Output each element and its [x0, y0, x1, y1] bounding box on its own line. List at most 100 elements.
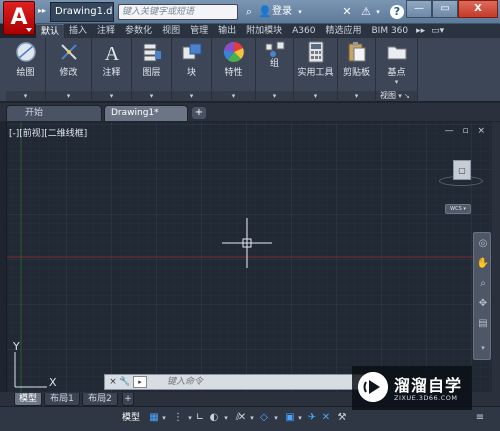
- polar-dropdown-icon[interactable]: ▾: [222, 410, 230, 426]
- panel-block[interactable]: 块 ▾: [172, 38, 212, 102]
- grid-dropdown-icon[interactable]: ▾: [160, 410, 168, 426]
- panel-properties[interactable]: 特性 ▾: [212, 38, 256, 102]
- lineweight-dropdown-icon[interactable]: ▾: [296, 410, 304, 426]
- panel-layers-expand-icon[interactable]: ▾: [132, 91, 171, 101]
- a360-connect-icon[interactable]: ⚠: [358, 4, 374, 20]
- panel-annotation[interactable]: A 注释 ▾: [92, 38, 132, 102]
- new-layout-button[interactable]: +: [122, 393, 134, 406]
- minimize-button[interactable]: —: [406, 0, 432, 18]
- panel-group[interactable]: 组 ▾: [256, 38, 294, 102]
- lineweight-icon[interactable]: ▣: [284, 410, 296, 426]
- menu-dropdown-arrow-icon: [26, 28, 32, 32]
- layout-tab-layout2[interactable]: 布局2: [82, 393, 118, 406]
- panel-clipboard-expand-icon[interactable]: ▾: [338, 91, 375, 101]
- ribbon-tab-overflow-icon[interactable]: ▸▸: [413, 24, 428, 38]
- drawing-canvas[interactable]: Y X [-][前视][二维线框] — ▫ × ▢ WCS ▾ ◎ ✋ ⌕ ✥ …: [6, 122, 492, 392]
- command-line-close-icon[interactable]: ×: [107, 375, 119, 389]
- panel-view[interactable]: 基点 ▾ 视图 ▾ ↘: [376, 38, 418, 102]
- panel-annotation-expand-icon[interactable]: ▾: [92, 91, 131, 101]
- viewcube-front-face[interactable]: ▢: [453, 160, 471, 180]
- ribbon-tab-default[interactable]: 默认: [36, 24, 65, 38]
- object-snap-icon[interactable]: ◇: [258, 410, 270, 426]
- ribbon-tab-parametric[interactable]: 参数化: [120, 24, 157, 38]
- utilities-icon: [308, 41, 323, 63]
- modify-icon: [60, 44, 77, 60]
- panel-block-expand-icon[interactable]: ▾: [172, 91, 211, 101]
- navbar-options-icon[interactable]: ▾: [476, 341, 490, 355]
- viewport-window-controls[interactable]: — ▫ ×: [445, 126, 488, 136]
- close-button[interactable]: X: [458, 0, 498, 18]
- annotation-visibility-icon[interactable]: ✕: [320, 410, 332, 426]
- user-icon[interactable]: 👤: [258, 4, 272, 20]
- panel-draw[interactable]: 绘图 ▾: [6, 38, 46, 102]
- customize-status-bar-icon[interactable]: ≡: [474, 410, 486, 426]
- model-space-toggle[interactable]: 模型: [122, 411, 144, 425]
- annotation-icon: A: [104, 43, 119, 63]
- object-snap-dropdown-icon[interactable]: ▾: [272, 410, 280, 426]
- panel-draw-label: 绘图: [16, 68, 35, 78]
- ribbon-tab-manage[interactable]: 管理: [185, 24, 213, 38]
- connect-dropdown-icon[interactable]: ▾: [374, 4, 382, 20]
- snap-mode-icon[interactable]: ⋮: [172, 410, 184, 426]
- panel-clipboard[interactable]: 剪贴板 ▾: [338, 38, 376, 102]
- layout-tab-layout1[interactable]: 布局1: [44, 393, 80, 406]
- viewcube[interactable]: ▢: [439, 158, 483, 198]
- panel-utilities-expand-icon[interactable]: ▾: [294, 91, 337, 101]
- panel-view-title[interactable]: 视图 ▾ ↘: [376, 91, 417, 101]
- ortho-mode-icon[interactable]: ∟: [194, 410, 206, 426]
- pan-icon[interactable]: ✋: [476, 257, 490, 271]
- panel-modify[interactable]: 修改 ▾: [46, 38, 92, 102]
- polar-tracking-icon[interactable]: ◐: [208, 410, 220, 426]
- watermark-title: 溜溜自学: [394, 376, 463, 395]
- ribbon-tab-featured-apps[interactable]: 精选应用: [320, 24, 366, 38]
- search-input[interactable]: 键入关键字或短语: [118, 4, 238, 20]
- panel-properties-expand-icon[interactable]: ▾: [212, 91, 255, 101]
- basepoint-icon: [387, 46, 406, 60]
- login-button[interactable]: 登录: [272, 4, 292, 20]
- quick-access-more-icon[interactable]: ▸▸: [38, 6, 46, 15]
- login-dropdown-icon[interactable]: ▾: [296, 4, 304, 20]
- command-input[interactable]: [149, 375, 377, 389]
- basepoint-dropdown-icon[interactable]: ▾: [376, 78, 417, 86]
- panel-modify-expand-icon[interactable]: ▾: [46, 91, 91, 101]
- search-binoculars-icon[interactable]: ⌕: [242, 4, 256, 20]
- panel-group-expand-icon[interactable]: ▾: [256, 91, 293, 101]
- ribbon-tab-view[interactable]: 视图: [157, 24, 185, 38]
- ribbon-tab-bim360[interactable]: BIM 360: [366, 24, 413, 38]
- help-icon[interactable]: ?: [390, 5, 404, 19]
- panel-view-expand-icon[interactable]: ▾ ↘: [398, 92, 410, 100]
- osnap-tracking-dropdown-icon[interactable]: ▾: [248, 410, 256, 426]
- snap-dropdown-icon[interactable]: ▾: [186, 410, 194, 426]
- ribbon-tab-annotate[interactable]: 注释: [92, 24, 120, 38]
- layers-icon: [143, 43, 161, 62]
- ribbon-minimize-toggle-icon[interactable]: ▭▾: [428, 24, 447, 38]
- command-line-customize-icon[interactable]: 🔧: [119, 375, 131, 389]
- document-title: Drawing1.d...: [50, 2, 114, 22]
- file-tab-start[interactable]: 开始: [6, 105, 102, 121]
- panel-basepoint-label: 基点: [387, 68, 406, 78]
- command-history-icon[interactable]: ▸: [133, 376, 147, 388]
- showmotion-icon[interactable]: ▤: [476, 317, 490, 331]
- panel-draw-expand-icon[interactable]: ▾: [6, 91, 45, 101]
- application-menu-button[interactable]: A: [3, 1, 35, 35]
- panel-layers-label: 图层: [142, 68, 161, 78]
- viewport-controls-label[interactable]: [-][前视][二维线框]: [9, 126, 87, 139]
- workspace-switch-icon[interactable]: ⚒: [336, 410, 348, 426]
- object-snap-tracking-icon[interactable]: ✕: [236, 410, 248, 426]
- exchange-apps-icon[interactable]: ✕: [340, 4, 354, 20]
- zoom-extents-icon[interactable]: ⌕: [476, 277, 490, 291]
- ribbon-tab-output[interactable]: 输出: [213, 24, 241, 38]
- grid-display-icon[interactable]: ▦: [148, 410, 160, 426]
- panel-layers[interactable]: 图层 ▾: [132, 38, 172, 102]
- annotation-scale-icon[interactable]: ✈: [306, 410, 318, 426]
- maximize-button[interactable]: ▭: [432, 0, 458, 18]
- layout-tab-model[interactable]: 模型: [14, 393, 42, 406]
- orbit-icon[interactable]: ✥: [476, 297, 490, 311]
- file-tab-drawing1[interactable]: Drawing1*: [104, 105, 188, 121]
- steering-wheel-icon[interactable]: ◎: [476, 237, 490, 251]
- ribbon-tab-a360[interactable]: A360: [287, 24, 320, 38]
- ribbon-tab-insert[interactable]: 插入: [64, 24, 92, 38]
- panel-utilities[interactable]: 实用工具 ▾: [294, 38, 338, 102]
- new-file-tab-button[interactable]: +: [192, 107, 206, 119]
- wcs-menu[interactable]: WCS ▾: [445, 204, 471, 214]
